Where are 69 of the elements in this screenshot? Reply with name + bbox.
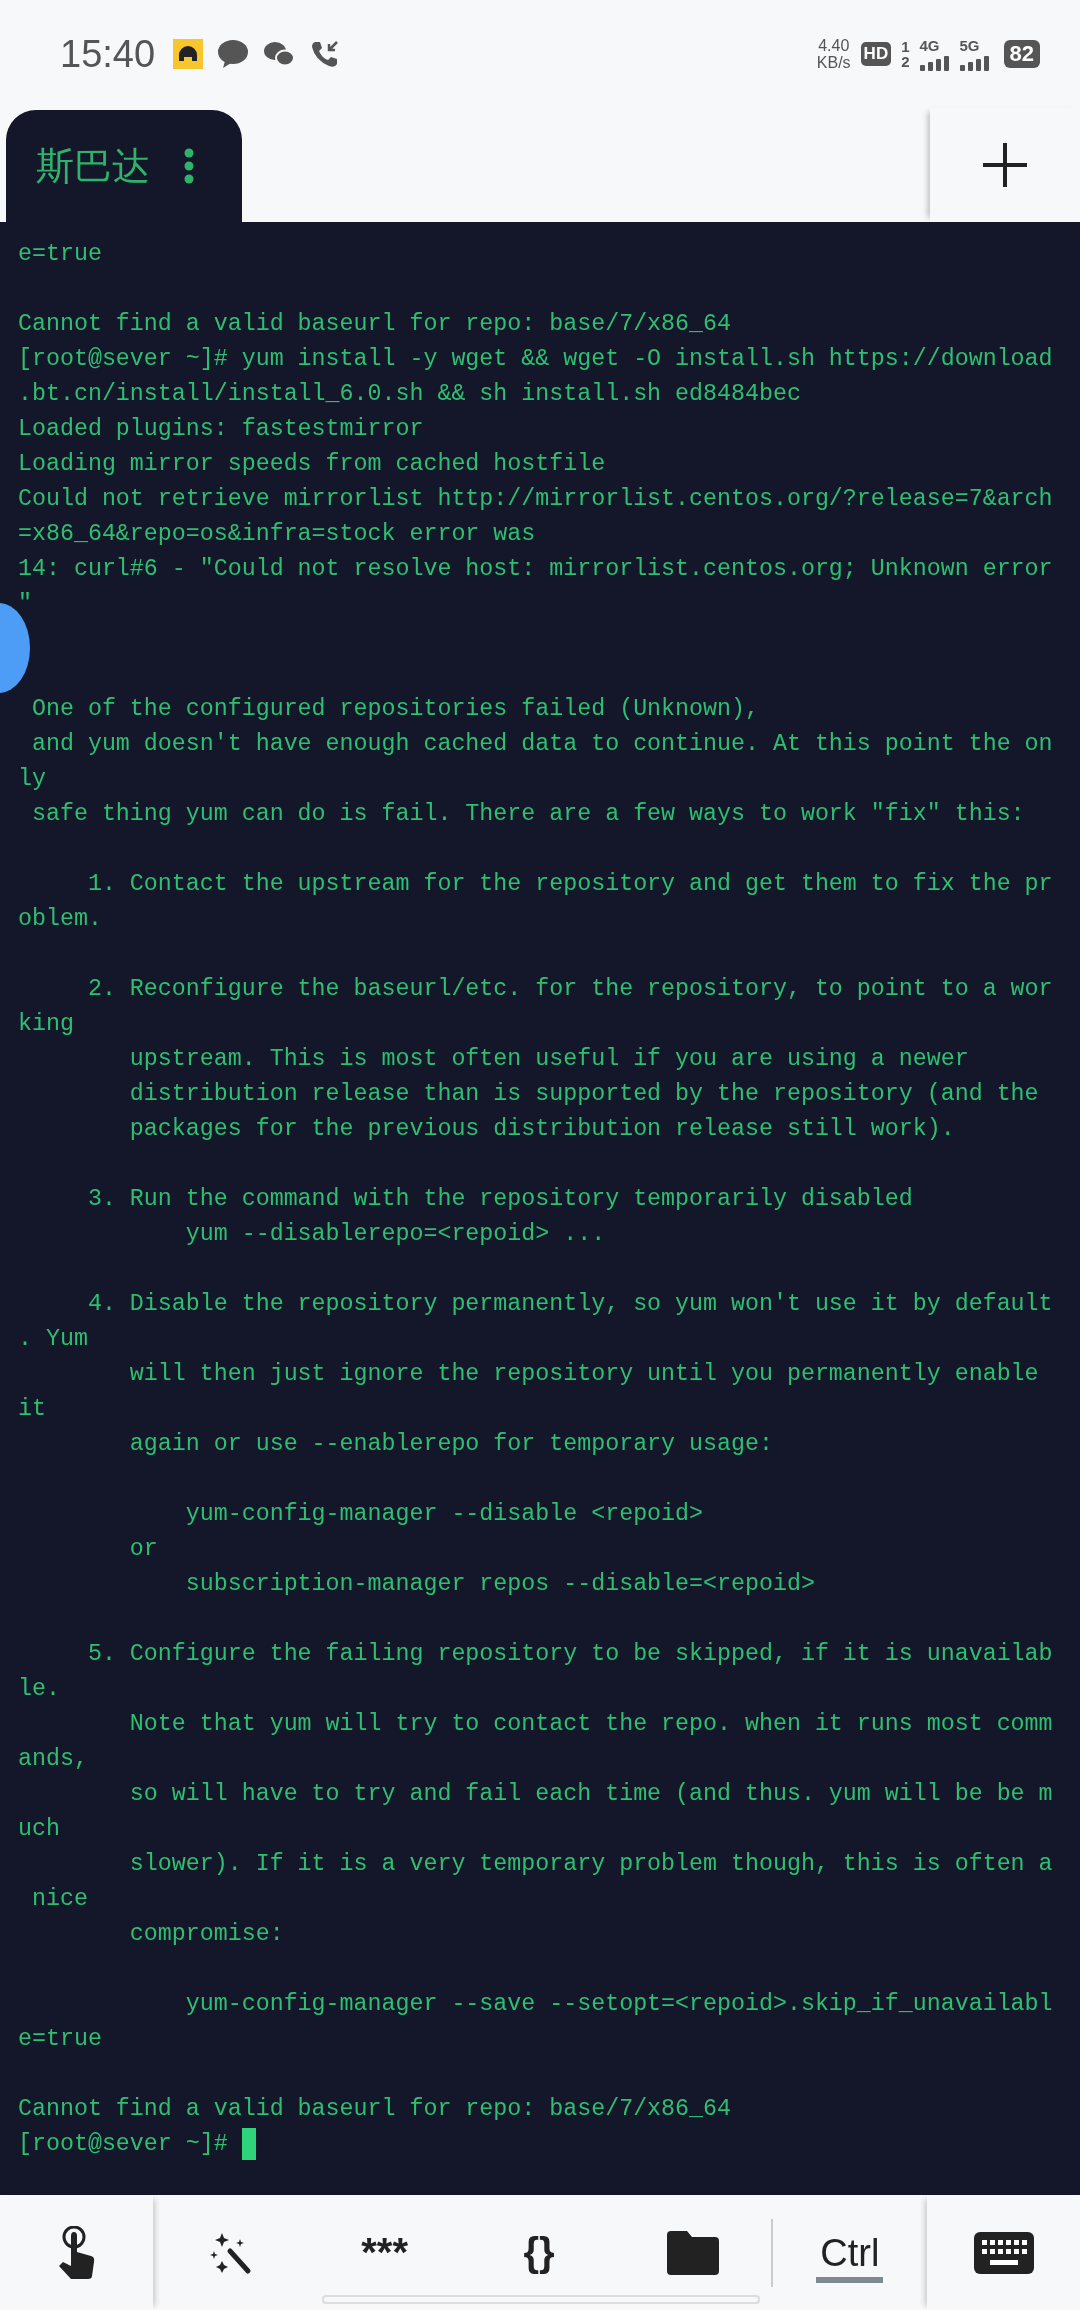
network-speed: 4.40 [818,37,850,54]
ctrl-key[interactable]: Ctrl [816,2222,884,2283]
folder-icon [667,2230,720,2275]
terminal-line: One of the configured repositories failed (Unknown), [30,696,759,722]
terminal-line: le. [18,1676,60,1702]
terminal-line: . Yum [18,1326,88,1352]
text-cursor [241,2127,256,2160]
keyboard-button[interactable] [927,2195,1080,2310]
battery-level: 82 [1003,40,1040,68]
terminal-line: 3. Run the command with the repository temporarily disabled [86,1186,913,1212]
terminal-line: yum --disablerepo=<repoid> ... [184,1221,606,1247]
network-type: 5G [959,37,980,53]
terminal-line: e=true [18,2026,102,2052]
speed-unit: KB/s [816,54,851,71]
terminal-line: compromise: [128,1921,284,1947]
terminal-line: [root@sever ~]# yum install -y wget && wget -O install.sh https://download [18,346,1053,372]
terminal-line: Loaded plugins: fastestmirror [18,416,424,442]
terminal-line: subscription-manager repos --disable=<repoid> [184,1571,815,1597]
terminal-line: ands, [18,1746,88,1772]
sim-label: 1 [901,39,910,54]
terminal-line: safe thing yum can do is fail. There are a few ways to work "fix" this: [30,801,1025,827]
terminal-line: again or use --enablerepo for temporary usage: [128,1431,773,1457]
keyboard-icon [973,2231,1034,2274]
symbol-key[interactable]: *** [307,2195,462,2310]
terminal-line: ly [18,766,46,792]
terminal-line: 1. Contact the upstream for the repository and get them to fix the pr [86,871,1053,897]
terminal-line: Could not retrieve mirrorlist http://mirrorlist.centos.org/?release=7&arch [18,486,1053,512]
terminal-line: king [18,1011,74,1037]
tap-icon [56,2225,97,2280]
sim-label: 2 [901,54,910,69]
terminal-line: Cannot find a valid baseurl for repo: base/7/x86_64 [18,2096,731,2122]
hd-badge: HD [860,42,892,66]
add-icon[interactable] [983,143,1027,187]
terminal-line: it [18,1396,46,1422]
terminal-line: packages for the previous distribution release still work). [128,1116,955,1142]
terminal-line: 2. Reconfigure the baseurl/etc. for the repository, to point to a wor [86,976,1053,1002]
terminal-line: [root@sever ~]# [18,2131,229,2157]
terminal-line: so will have to try and fail each time (and thus. yum will be be m [128,1781,1053,1807]
terminal-line: upstream. This is most often useful if you are using a newer [128,1046,969,1072]
clock: 15:40 [60,32,156,76]
terminal-line: nice [30,1886,88,1912]
wechat-icon [263,40,296,68]
terminal-line: " [18,591,32,617]
terminal-line: 14: curl#6 - "Could not resolve host: mirrorlist.centos.org; Unknown error [18,556,1053,582]
touch-button[interactable] [0,2195,153,2310]
terminal-line: yum-config-manager --save --setopt=<repoid>.skip_if_unavailabl [184,1991,1053,2017]
terminal-line: and yum doesn't have enough cached data to continue. At this point the on [30,731,1053,757]
terminal-line: .bt.cn/install/install_6.0.sh && sh install.sh ed8484bec [18,381,801,407]
network-type: 4G [919,37,940,53]
tab-label: 斯巴达 [36,143,150,189]
app-icon [173,39,204,69]
terminal-line: yum-config-manager --disable <repoid> [184,1501,704,1527]
terminal-line: Cannot find a valid baseurl for repo: base/7/x86_64 [18,311,731,337]
terminal-line: slower). If it is a very temporary problem though, this is often a [128,1851,1053,1877]
terminal-line: oblem. [18,906,102,932]
terminal-line: 4. Disable the repository permanently, so yum won't use it by default [86,1291,1053,1317]
terminal-line: will then just ignore the repository until you permanently enable [128,1361,1039,1387]
terminal-line: distribution release than is supported by the repository (and the [128,1081,1039,1107]
terminal-line: uch [18,1816,60,1842]
terminal-line: Note that yum will try to contact the repo. when it runs most comm [128,1711,1053,1737]
chat-bubble-icon [217,39,250,69]
terminal-line: Loading mirror speeds from cached hostfile [18,451,606,477]
session-tab[interactable]: 斯巴达 [6,110,242,222]
terminal-line: 5. Configure the failing repository to be skipped, if it is unavailab [86,1641,1053,1667]
terminal-line: e=true [18,241,102,267]
symbol-key[interactable]: {} [461,2195,617,2310]
more-icon[interactable] [184,148,194,184]
terminal-line: =x86_64&repo=os&infra=stock error was [18,521,536,547]
terminal-line: or [128,1536,158,1562]
